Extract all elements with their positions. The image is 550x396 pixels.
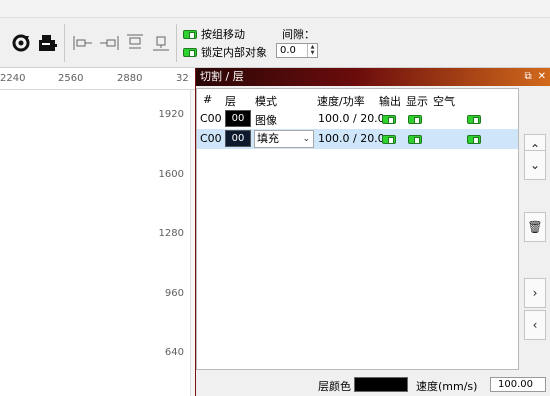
ruler-tick: 32: [176, 73, 189, 84]
column-header: 显示: [406, 95, 428, 108]
speed-value: 100.00: [498, 379, 533, 390]
speed-power-cell[interactable]: 100.0 / 20.0: [318, 132, 385, 145]
ruler-tick: 1920: [158, 109, 184, 120]
row-number: C00: [200, 132, 222, 145]
table-row[interactable]: C00 00 图像 100.0 / 20.0: [197, 109, 518, 129]
column-header: 模式: [255, 95, 277, 108]
group-move-label: 按组移动: [201, 28, 245, 41]
ruler-tick: 2880: [117, 73, 143, 84]
column-header: 速度/功率: [317, 95, 365, 108]
layer-properties-bar: 层颜色 速度(mm/s) 100.00: [196, 372, 550, 396]
panel-title-bar[interactable]: 切割 / 层 ⧉ ✕: [196, 68, 550, 86]
close-icon[interactable]: ✕: [538, 68, 546, 86]
speed-power-cell[interactable]: 100.0 / 20.0: [318, 112, 385, 125]
air-toggle-icon[interactable]: [467, 135, 481, 144]
trash-icon: 🗑: [527, 220, 543, 234]
float-window-icon[interactable]: ⧉: [524, 68, 531, 86]
prev-button[interactable]: ‹: [524, 310, 546, 340]
speed-label: 速度(mm/s): [416, 380, 478, 393]
next-button[interactable]: ›: [524, 278, 546, 308]
align-left-icon[interactable]: [72, 32, 94, 54]
toggle-on-icon[interactable]: [183, 47, 197, 57]
toolbar-separator: [176, 24, 177, 62]
mode-value: 填充: [257, 132, 279, 145]
spin-arrows-icon[interactable]: ▲ ▼: [307, 44, 317, 57]
column-header: 层: [225, 95, 236, 108]
speed-spinbox[interactable]: 100.00: [490, 377, 546, 392]
layer-color-cell[interactable]: 00: [225, 130, 251, 147]
chevron-left-icon: ‹: [532, 318, 538, 332]
laser-machine-icon[interactable]: [36, 32, 58, 54]
show-toggle-icon[interactable]: [408, 115, 422, 124]
output-toggle-icon[interactable]: [382, 135, 396, 144]
chevron-right-icon: ›: [532, 286, 538, 300]
output-toggle-icon[interactable]: [382, 115, 396, 124]
lock-inner-toggle[interactable]: 锁定内部对象: [183, 44, 267, 60]
mode-cell[interactable]: 图像: [255, 112, 277, 128]
align-right-icon[interactable]: [98, 32, 120, 54]
ruler-tick: 960: [164, 288, 184, 299]
layer-color-label: 层颜色: [318, 380, 351, 393]
column-header: 输出: [379, 95, 401, 108]
ruler-tick: 2240: [0, 73, 26, 84]
mode-dropdown[interactable]: 填充 ⌄: [254, 130, 314, 148]
lock-inner-label: 锁定内部对象: [201, 46, 267, 59]
align-top-icon[interactable]: [124, 32, 146, 54]
delete-layer-button[interactable]: 🗑: [524, 212, 546, 242]
show-toggle-icon[interactable]: [408, 135, 422, 144]
cut-layers-panel: 切割 / 层 ⧉ ✕ # 层 模式 速度/功率 输出 显示 空气 C00 00 …: [195, 68, 550, 396]
panel-title: 切割 / 层: [200, 70, 244, 83]
air-toggle-icon[interactable]: [467, 115, 481, 124]
gap-value: 0.0: [280, 45, 296, 56]
table-row-selected[interactable]: C00 00 填充 ⌄ 100.0 / 20.0: [197, 129, 518, 149]
top-strip: [0, 0, 550, 18]
align-bottom-icon[interactable]: [150, 32, 172, 54]
ruler-tick: 1600: [158, 169, 184, 180]
column-header: 空气: [433, 95, 455, 108]
toolbar: 按组移动 锁定内部对象 间隙： 0.0 ▲ ▼: [0, 18, 550, 68]
group-move-toggle[interactable]: 按组移动: [183, 26, 245, 42]
toggle-on-icon[interactable]: [183, 29, 197, 39]
move-down-button[interactable]: ⌄: [524, 150, 546, 180]
gap-spinbox[interactable]: 0.0 ▲ ▼: [276, 43, 318, 58]
chevron-down-icon: ⌄: [529, 158, 541, 172]
layer-table: # 层 模式 速度/功率 输出 显示 空气 C00 00 图像 100.0 / …: [196, 88, 519, 370]
ruler-tick: 640: [164, 347, 184, 358]
refresh-camera-icon[interactable]: [10, 32, 32, 54]
top-ruler: 2240 2560 2880 32: [0, 68, 195, 90]
gap-label: 间隙：: [282, 28, 315, 41]
row-number: C00: [200, 112, 222, 125]
layer-color-cell[interactable]: 00: [225, 110, 251, 127]
layer-color-swatch[interactable]: [354, 377, 408, 392]
toolbar-separator: [64, 24, 65, 62]
ruler-tick: 1280: [158, 228, 184, 239]
ruler-tick: 2560: [58, 73, 84, 84]
column-header: #: [203, 93, 213, 106]
chevron-down-icon: ⌄: [302, 134, 310, 144]
